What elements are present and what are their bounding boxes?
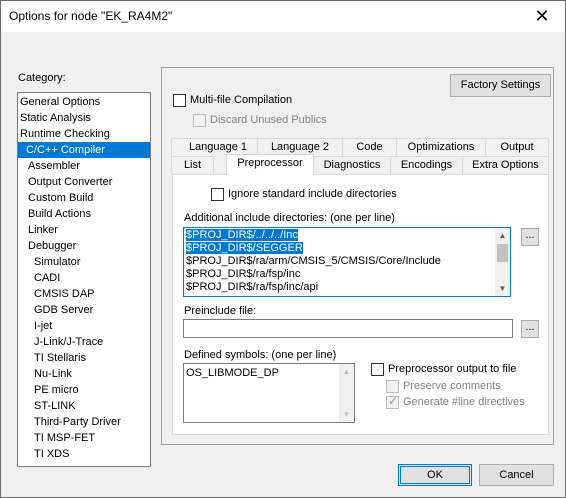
category-item-build-actions[interactable]: Build Actions: [18, 206, 150, 222]
include-browse-button[interactable]: ...: [521, 228, 539, 246]
discard-checkbox: [193, 114, 206, 127]
tab-output[interactable]: Output: [485, 138, 549, 156]
category-item-ti-xds[interactable]: TI XDS: [18, 446, 150, 462]
scroll-thumb[interactable]: [497, 244, 508, 262]
category-item-custom-build[interactable]: Custom Build: [18, 190, 150, 206]
close-icon[interactable]: ✕: [519, 1, 565, 32]
checkmark-icon: ✓: [388, 394, 399, 408]
category-item-i-jet[interactable]: I-jet: [18, 318, 150, 334]
category-item-st-link[interactable]: ST-LINK: [18, 398, 150, 414]
tab-preprocessor[interactable]: Preprocessor: [226, 154, 314, 175]
scroll-down-icon[interactable]: ▼: [495, 281, 510, 296]
pp-output-checkbox[interactable]: [371, 363, 384, 376]
include-dir-line: $PROJ_DIR$/ra/arm/CMSIS_5/CMSIS/Core/Inc…: [186, 255, 441, 267]
generate-checkbox: ✓: [386, 394, 399, 409]
category-item-ti-msp-fet[interactable]: TI MSP-FET: [18, 430, 150, 446]
preinclude-browse-button[interactable]: ...: [521, 320, 539, 338]
ok-button[interactable]: OK: [398, 464, 472, 486]
window-title: Options for node "EK_RA4M2": [9, 9, 173, 23]
category-list[interactable]: General Options Static Analysis Runtime Ch…: [17, 92, 151, 467]
category-item-output-converter[interactable]: Output Converter: [18, 174, 150, 190]
category-item-assembler[interactable]: Assembler: [18, 158, 150, 174]
category-item-general-options[interactable]: General Options: [18, 94, 150, 110]
include-dirs-label: Additional include directories: (one per…: [184, 212, 395, 224]
tab-optimizations[interactable]: Optimizations: [396, 138, 486, 156]
tab-encodings[interactable]: Encodings: [390, 156, 463, 174]
scroll-down-icon: ▼: [342, 410, 351, 419]
scroll-up-icon: ▲: [342, 367, 351, 376]
category-item-linker[interactable]: Linker: [18, 222, 150, 238]
preserve-label: Preserve comments: [403, 380, 501, 392]
category-item-debugger[interactable]: Debugger: [18, 238, 150, 254]
include-dir-line: $PROJ_DIR$/SEGGER: [186, 242, 303, 254]
category-item-gdb-server[interactable]: GDB Server: [18, 302, 150, 318]
ignore-std-checkbox[interactable]: [211, 188, 224, 201]
include-dir-line: $PROJ_DIR$/ra/fsp/inc: [186, 268, 301, 280]
category-item-nu-link[interactable]: Nu-Link: [18, 366, 150, 382]
category-item-static-analysis[interactable]: Static Analysis: [18, 110, 150, 126]
title-bar: Options for node "EK_RA4M2" ✕: [1, 1, 565, 32]
defined-scrollbar: ▲ ▼: [339, 364, 354, 422]
category-label: Category:: [18, 72, 66, 84]
include-dir-line: $PROJ_DIR$/../../../Inc: [186, 229, 298, 241]
defined-symbol-line: OS_LIBMODE_DP: [186, 367, 279, 379]
factory-settings-button[interactable]: Factory Settings: [450, 74, 551, 97]
ignore-std-label: Ignore standard include directories: [228, 188, 397, 200]
include-dir-line: $PROJ_DIR$/ra/fsp/inc/api: [186, 281, 319, 293]
pp-output-label: Preprocessor output to file: [388, 363, 517, 375]
include-dirs-textarea[interactable]: ▲ ▼ $PROJ_DIR$/../../../Inc $PROJ_DIR$/SE…: [183, 227, 511, 297]
category-item-simulator[interactable]: Simulator: [18, 254, 150, 270]
tab-extra-options[interactable]: Extra Options: [462, 156, 549, 174]
category-item-cadi[interactable]: CADI: [18, 270, 150, 286]
preserve-checkbox: [386, 380, 399, 393]
tab-diagnostics[interactable]: Diagnostics: [313, 156, 391, 174]
category-item-c-c-compiler[interactable]: C/C++ Compiler: [18, 142, 150, 158]
category-item-pe-micro[interactable]: PE micro: [18, 382, 150, 398]
generate-label: Generate #line directives: [403, 396, 525, 408]
tab-code[interactable]: Code: [342, 138, 397, 156]
category-item-j-link-j-trace[interactable]: J-Link/J-Trace: [18, 334, 150, 350]
scroll-up-icon[interactable]: ▲: [495, 228, 510, 243]
defined-symbols-textarea[interactable]: ▲ ▼ OS_LIBMODE_DP: [183, 363, 355, 423]
preinclude-label: Preinclude file:: [184, 305, 257, 317]
category-item-runtime-checking[interactable]: Runtime Checking: [18, 126, 150, 142]
multifile-label: Multi-file Compilation: [190, 94, 293, 106]
category-item-third-party-driver[interactable]: Third-Party Driver: [18, 414, 150, 430]
options-dialog: Options for node "EK_RA4M2" ✕ Category: …: [0, 0, 566, 498]
category-item-cmsis-dap[interactable]: CMSIS DAP: [18, 286, 150, 302]
multifile-checkbox[interactable]: [173, 94, 186, 107]
discard-label: Discard Unused Publics: [210, 114, 327, 126]
category-item-ti-stellaris[interactable]: TI Stellaris: [18, 350, 150, 366]
preinclude-input[interactable]: [183, 319, 513, 338]
tab-list[interactable]: List: [171, 156, 214, 174]
include-dirs-scrollbar[interactable]: ▲ ▼: [495, 228, 510, 296]
defined-symbols-label: Defined symbols: (one per line): [184, 349, 337, 361]
cancel-button[interactable]: Cancel: [479, 464, 554, 486]
